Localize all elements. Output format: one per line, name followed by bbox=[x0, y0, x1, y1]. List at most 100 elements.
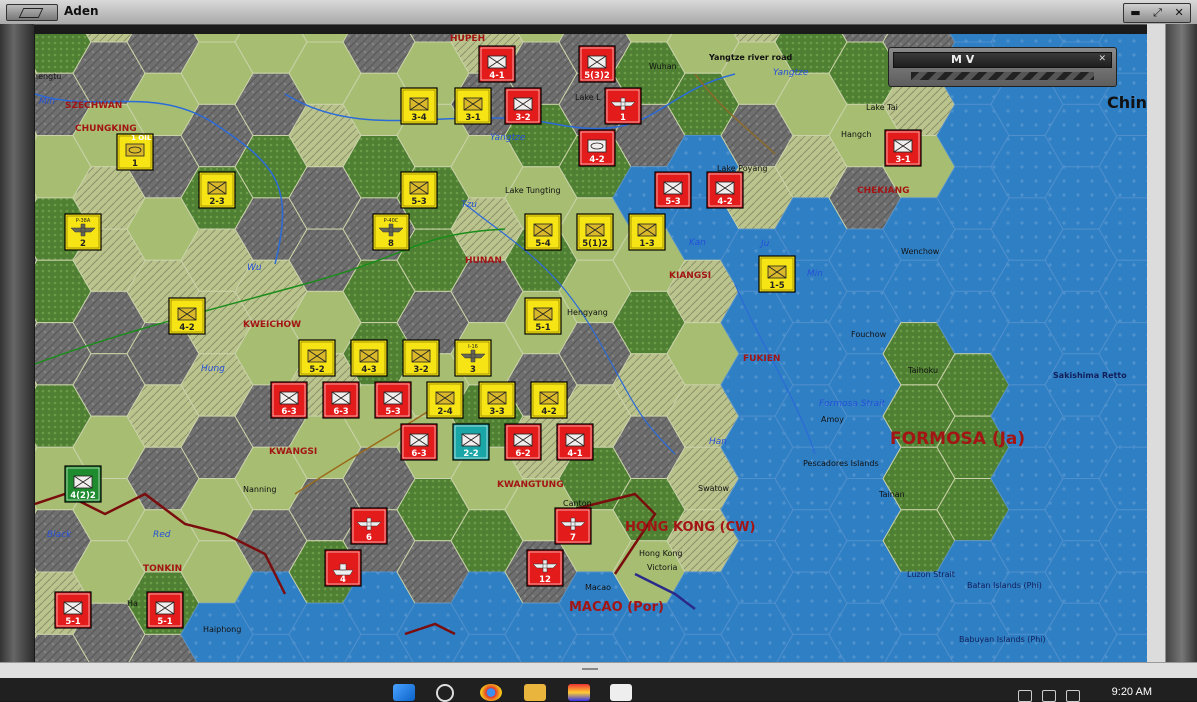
unit-counter[interactable]: 4(2)2 bbox=[64, 465, 102, 503]
close-icon[interactable]: ✕ bbox=[1175, 6, 1184, 20]
mini-panel[interactable]: M V ✕ bbox=[888, 47, 1117, 87]
city-label: Lake Poyang bbox=[717, 164, 767, 173]
unit-counter[interactable]: 6 bbox=[350, 507, 388, 545]
country-label: MACAO (Por) bbox=[569, 600, 664, 615]
unit-counter[interactable]: 2-3 bbox=[198, 171, 236, 209]
city-label: hengtu bbox=[35, 72, 61, 81]
region-label: SZECHWAN bbox=[65, 101, 122, 111]
unit-strength: 3-1 bbox=[895, 155, 910, 165]
city-label: Sakishima Retto bbox=[1053, 371, 1127, 380]
unit-counter[interactable]: 5-1 bbox=[524, 297, 562, 335]
city-label: Nanning bbox=[243, 485, 276, 494]
battery-icon[interactable] bbox=[1066, 690, 1080, 702]
unit-strength: 3-3 bbox=[489, 407, 504, 417]
unit-counter[interactable]: 4-2 bbox=[530, 381, 568, 419]
unit-strength: 3 bbox=[470, 365, 476, 375]
unit-counter[interactable]: 3-2 bbox=[402, 339, 440, 377]
unit-counter[interactable]: 2-2 bbox=[452, 423, 490, 461]
unit-counter[interactable]: 1-5 bbox=[758, 255, 796, 293]
river-label: Ju bbox=[759, 239, 770, 249]
region-label: CHEKIANG bbox=[857, 186, 910, 196]
unit-counter[interactable]: 4-2 bbox=[706, 171, 744, 209]
resize-grip[interactable] bbox=[582, 668, 598, 670]
app-menu-icon[interactable] bbox=[6, 4, 58, 21]
mini-panel-label: M V bbox=[951, 53, 975, 66]
unit-strength: 2-4 bbox=[437, 407, 452, 417]
river-label: Hung bbox=[201, 364, 225, 374]
river-label: Yangtze bbox=[773, 68, 809, 78]
unit-strength: 5-3 bbox=[411, 197, 426, 207]
unit-counter[interactable]: 2-4 bbox=[426, 381, 464, 419]
unit-counter[interactable]: 3-4 bbox=[400, 87, 438, 125]
unit-counter[interactable]: 5-2 bbox=[298, 339, 336, 377]
unit-counter[interactable]: 6-3 bbox=[322, 381, 360, 419]
unit-counter[interactable]: 5-4 bbox=[524, 213, 562, 251]
unit-strength: 4-2 bbox=[717, 197, 732, 207]
unit-counter[interactable]: 12 bbox=[526, 549, 564, 587]
unit-strength: 5-1 bbox=[65, 617, 80, 627]
unit-counter[interactable]: 3-3 bbox=[478, 381, 516, 419]
unit-strength: 5-3 bbox=[385, 407, 400, 417]
unit-counter[interactable]: 4-2 bbox=[168, 297, 206, 335]
unit-counter[interactable]: 5(3)2 bbox=[578, 45, 616, 83]
unit-counter[interactable]: 4-1 bbox=[478, 45, 516, 83]
region-label: KWANGTUNG bbox=[497, 480, 564, 490]
unit-counter[interactable]: 5-3 bbox=[374, 381, 412, 419]
unit-counter[interactable]: 5-1 bbox=[146, 591, 184, 629]
unit-counter[interactable]: 1-3 bbox=[628, 213, 666, 251]
city-label: Hong Kong bbox=[639, 549, 683, 558]
unit-counter[interactable]: 5-1 bbox=[54, 591, 92, 629]
unit-counter[interactable]: P-38A 2 bbox=[64, 213, 102, 251]
city-label: Lake L bbox=[575, 93, 601, 102]
unit-counter[interactable]: 5(1)2 bbox=[576, 213, 614, 251]
unit-counter[interactable]: 5-3 bbox=[400, 171, 438, 209]
unit-counter[interactable]: 4-1 bbox=[556, 423, 594, 461]
unit-counter[interactable]: 6-2 bbox=[504, 423, 542, 461]
city-label: Swatow bbox=[698, 484, 730, 493]
unit-strength: 4(2)2 bbox=[70, 491, 96, 501]
search-icon[interactable] bbox=[436, 684, 454, 702]
map-viewport[interactable]: 4-1 5(3)2 3-4 3-1 3-2 1 4-2 3-1 1 2-3 5-3 5-3 4-2 P-3… bbox=[35, 34, 1147, 662]
city-label: Yangtze river road bbox=[708, 53, 792, 62]
unit-counter[interactable]: 6-3 bbox=[270, 381, 308, 419]
unit-name: P-40C bbox=[384, 218, 399, 224]
mini-close-icon[interactable]: ✕ bbox=[1098, 54, 1106, 64]
mini-panel-strip bbox=[911, 72, 1094, 80]
browser-icon[interactable] bbox=[480, 684, 502, 701]
unit-counter[interactable]: 4-3 bbox=[350, 339, 388, 377]
unit-strength: 4-2 bbox=[179, 323, 194, 333]
game-icon[interactable] bbox=[568, 684, 590, 701]
unit-strength: 3-2 bbox=[413, 365, 428, 375]
window-title: Aden bbox=[64, 4, 99, 18]
river-label: Min bbox=[807, 269, 823, 279]
unit-counter[interactable]: 4-2 bbox=[578, 129, 616, 167]
city-label: Lake Tungting bbox=[505, 186, 561, 195]
network-icon[interactable] bbox=[1018, 690, 1032, 702]
unit-counter[interactable]: I-16 3 bbox=[454, 339, 492, 377]
oil-resource[interactable]: 1 OIL bbox=[131, 134, 152, 142]
hex-map[interactable]: 4-1 5(3)2 3-4 3-1 3-2 1 4-2 3-1 1 2-3 5-3 5-3 4-2 P-3… bbox=[35, 34, 1147, 662]
unit-strength: 3-4 bbox=[411, 113, 426, 123]
start-icon[interactable] bbox=[393, 684, 415, 701]
unit-counter[interactable]: 7 bbox=[554, 507, 592, 545]
unit-counter[interactable]: P-40C 8 bbox=[372, 213, 410, 251]
notepad-icon[interactable] bbox=[610, 684, 632, 701]
unit-counter[interactable]: 5-3 bbox=[654, 171, 692, 209]
minimize-icon[interactable]: ▬ bbox=[1130, 6, 1140, 20]
unit-counter[interactable]: 3-1 bbox=[884, 129, 922, 167]
unit-counter[interactable]: 6-3 bbox=[400, 423, 438, 461]
unit-counter[interactable]: 3-1 bbox=[454, 87, 492, 125]
city-label: Hengyang bbox=[567, 308, 608, 317]
unit-strength: 7 bbox=[570, 533, 576, 543]
unit-strength: 2 bbox=[80, 239, 86, 249]
unit-strength: 4-3 bbox=[361, 365, 376, 375]
country-label: Chin bbox=[1107, 93, 1147, 112]
bottom-frame bbox=[0, 662, 1197, 679]
unit-counter[interactable]: 4 bbox=[324, 549, 362, 587]
unit-counter[interactable]: 3-2 bbox=[504, 87, 542, 125]
folder-icon[interactable] bbox=[524, 684, 546, 701]
river-label: Tzu bbox=[461, 200, 477, 210]
unit-counter[interactable]: 1 bbox=[604, 87, 642, 125]
volume-icon[interactable] bbox=[1042, 690, 1056, 702]
restore-icon[interactable]: ⤢ bbox=[1153, 6, 1162, 20]
